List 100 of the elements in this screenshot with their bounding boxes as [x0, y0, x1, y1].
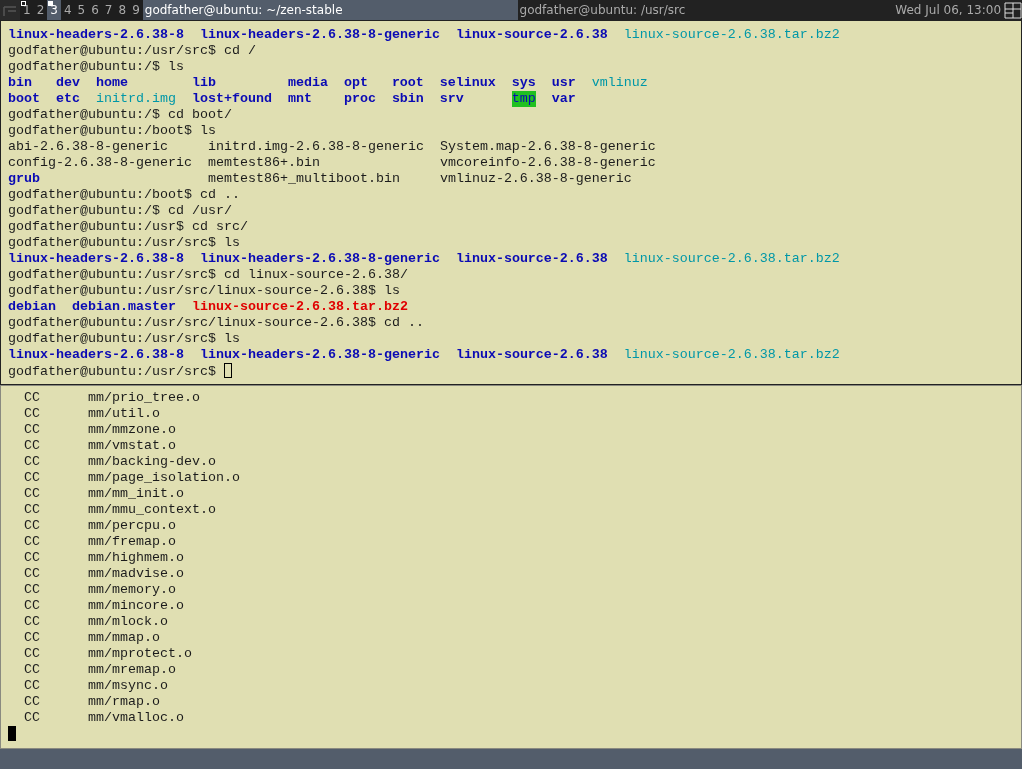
directory-name: srv — [439, 91, 464, 107]
directory-name: tmp — [511, 91, 536, 107]
build-action: CC — [24, 470, 40, 486]
terminal-line: godfather@ubuntu:/$ cd boot/ — [8, 107, 232, 122]
window-task[interactable]: godfather@ubuntu: ~/zen-stable — [142, 0, 518, 20]
directory-name: debian — [8, 299, 56, 315]
build-action: CC — [24, 646, 40, 662]
file-path: mm/highmem.o — [87, 550, 184, 566]
directory-name: linux-headers-2.6.38-8-generic — [199, 27, 440, 43]
directory-name: linux-headers-2.6.38-8 — [8, 27, 184, 43]
directory-name: usr — [551, 75, 576, 91]
directory-name: selinux — [439, 75, 496, 91]
directory-name: linux-source-2.6.38 — [455, 251, 608, 267]
directory-name: lib — [191, 75, 216, 91]
file-path: mm/mremap.o — [87, 662, 176, 678]
file-name: memtest86+.bin — [207, 155, 320, 171]
directory-name: linux-source-2.6.38 — [455, 27, 608, 43]
file-path: mm/prio_tree.o — [87, 390, 200, 406]
build-action: CC — [24, 662, 40, 678]
file-name: System.map-2.6.38-8-generic — [439, 139, 656, 155]
directory-name: linux-headers-2.6.38-8 — [8, 347, 184, 363]
file-path: mm/backing-dev.o — [87, 454, 216, 470]
file-name: memtest86+_multiboot.bin — [207, 171, 400, 187]
archive-name: linux-source-2.6.38.tar.bz2 — [191, 299, 408, 315]
file-path: mm/madvise.o — [87, 566, 184, 582]
terminal-line: godfather@ubuntu:/usr/src$ ls — [8, 235, 240, 250]
build-action: CC — [24, 454, 40, 470]
directory-name: etc — [56, 91, 80, 107]
terminal-line: godfather@ubuntu:/usr/src$ cd linux-source-2.6.38/ — [8, 267, 408, 282]
symlink-name: initrd.img — [95, 91, 176, 107]
file-path: mm/mprotect.o — [87, 646, 192, 662]
build-action: CC — [24, 598, 40, 614]
terminal-line: godfather@ubuntu:/boot$ ls — [8, 123, 216, 138]
workspace-tag[interactable]: 7 — [101, 0, 116, 20]
directory-name: opt — [343, 75, 368, 91]
tile-layout-icon[interactable] — [1004, 0, 1022, 20]
file-path: mm/vmalloc.o — [87, 710, 184, 726]
directory-name: boot — [8, 91, 40, 107]
file-path: mm/msync.o — [87, 678, 168, 694]
terminal-line: godfather@ubuntu:/usr/src$ — [8, 364, 216, 379]
directory-name: bin — [8, 75, 32, 91]
file-path: mm/rmap.o — [87, 694, 160, 710]
workspace-tag[interactable]: 5 — [74, 0, 89, 20]
build-action: CC — [24, 582, 40, 598]
file-path: mm/util.o — [87, 406, 160, 422]
file-path: mm/memory.o — [87, 582, 176, 598]
file-path: mm/mmap.o — [87, 630, 160, 646]
build-action: CC — [24, 630, 40, 646]
build-action: CC — [24, 694, 40, 710]
directory-name: lost+found — [191, 91, 272, 107]
file-path: mm/mmu_context.o — [87, 502, 216, 518]
directory-name: root — [391, 75, 424, 91]
build-action: CC — [24, 390, 40, 406]
file-name: vmlinuz-2.6.38-8-generic — [439, 171, 632, 187]
file-path: mm/mm_init.o — [87, 486, 184, 502]
build-action: CC — [24, 614, 40, 630]
directory-name: linux-source-2.6.38 — [455, 347, 608, 363]
directory-name: sys — [511, 75, 536, 91]
terminal-line: godfather@ubuntu:/usr/src/linux-source-2.6.38$ cd .. — [8, 315, 424, 330]
build-action: CC — [24, 550, 40, 566]
directory-name: linux-headers-2.6.38-8 — [8, 251, 184, 267]
file-path: mm/percpu.o — [87, 518, 176, 534]
build-action: CC — [24, 518, 40, 534]
workspace-tag[interactable]: 3 — [47, 0, 61, 20]
build-action: CC — [24, 566, 40, 582]
window-task[interactable]: godfather@ubuntu: /usr/src — [517, 0, 893, 20]
terminal-line: godfather@ubuntu:/boot$ cd .. — [8, 187, 240, 202]
build-action: CC — [24, 534, 40, 550]
directory-name: sbin — [391, 91, 424, 107]
symlink-name: vmlinuz — [591, 75, 648, 91]
file-name: initrd.img-2.6.38-8-generic — [207, 139, 424, 155]
workspace-tag[interactable]: 8 — [115, 0, 130, 20]
file-path: mm/mlock.o — [87, 614, 168, 630]
workspace-tag[interactable]: 1 — [20, 0, 34, 20]
terminal-pane[interactable] — [0, 20, 1022, 385]
file-path: mm/page_isolation.o — [87, 470, 240, 486]
symlink-name: linux-source-2.6.38.tar.bz2 — [623, 251, 840, 267]
directory-name: linux-headers-2.6.38-8-generic — [199, 347, 440, 363]
symlink-name: linux-source-2.6.38.tar.bz2 — [623, 347, 840, 363]
terminal-line: godfather@ubuntu:/usr$ cd src/ — [8, 219, 248, 234]
clock: Wed Jul 06, 13:00 — [892, 0, 1004, 20]
workspace-tag[interactable]: 6 — [88, 0, 102, 20]
file-path: mm/mmzone.o — [87, 422, 176, 438]
build-action: CC — [24, 406, 40, 422]
terminal-line: godfather@ubuntu:/usr/src$ ls — [8, 331, 240, 346]
build-action: CC — [24, 678, 40, 694]
symlink-name: linux-source-2.6.38.tar.bz2 — [623, 27, 840, 43]
build-action: CC — [24, 486, 40, 502]
directory-name: var — [551, 91, 576, 107]
file-path: mm/vmstat.o — [87, 438, 176, 454]
terminal-line: godfather@ubuntu:/$ ls — [8, 59, 184, 74]
workspace-tag[interactable]: 4 — [60, 0, 75, 20]
directory-name: debian.master — [72, 299, 176, 315]
workspace-tag[interactable]: 9 — [129, 0, 143, 20]
build-action: CC — [24, 438, 40, 454]
terminal-line: godfather@ubuntu:/$ cd /usr/ — [8, 203, 232, 218]
workspace-tag[interactable]: 2 — [33, 0, 48, 20]
file-name: config-2.6.38-8-generic — [8, 155, 192, 171]
file-path: mm/fremap.o — [87, 534, 176, 550]
file-name: abi-2.6.38-8-generic — [8, 139, 168, 155]
